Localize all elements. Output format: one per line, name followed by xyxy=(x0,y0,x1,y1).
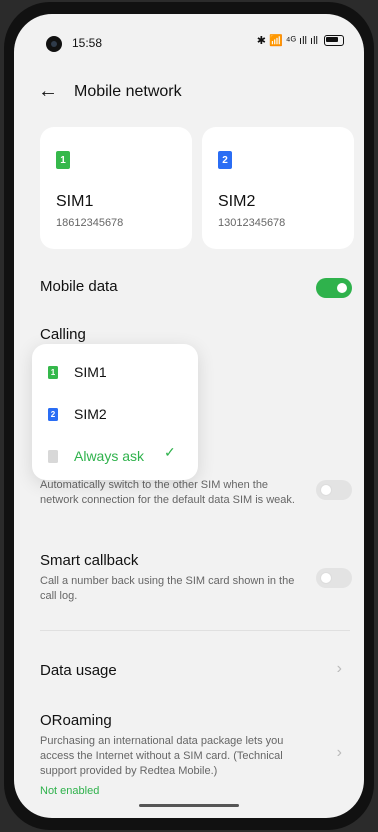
sim1-icon: 1 xyxy=(56,151,70,169)
dropdown-item-always-ask[interactable]: Always ask xyxy=(48,448,144,464)
data-usage-label[interactable]: Data usage xyxy=(40,662,117,679)
dropdown-item-sim1[interactable]: 1 SIM1 xyxy=(48,364,107,380)
sim2-icon: 2 xyxy=(218,151,232,169)
check-icon: ✓ xyxy=(164,444,176,460)
smart-callback-label: Smart callback xyxy=(40,552,139,569)
dropdown-item-sim2[interactable]: 2 SIM2 xyxy=(48,406,107,422)
calling-sim-dropdown: 1 SIM1 2 SIM2 Always ask ✓ xyxy=(32,344,198,480)
screen: 15:58 ✱ 📶 ⁴ᴳ ıll ıll ← Mobile network 1 … xyxy=(14,14,364,818)
chevron-right-icon: › xyxy=(336,744,342,761)
divider xyxy=(40,630,350,631)
status-time: 15:58 xyxy=(72,36,103,50)
auto-switch-description: Automatically switch to the other SIM wh… xyxy=(40,479,295,506)
sim2-icon: 2 xyxy=(48,407,58,421)
status-signal-icons: ✱ 📶 ⁴ᴳ ıll ıll xyxy=(256,35,318,47)
front-camera xyxy=(46,36,62,52)
smart-callback-description: Call a number back using the SIM card sh… xyxy=(40,575,295,602)
smart-callback-toggle[interactable] xyxy=(316,568,352,588)
chevron-right-icon: › xyxy=(336,660,342,677)
sim2-name: SIM2 xyxy=(218,193,256,210)
dropdown-item-label: SIM2 xyxy=(74,406,107,422)
mobile-data-toggle[interactable] xyxy=(316,278,352,298)
back-arrow-icon[interactable]: ← xyxy=(38,80,58,103)
calling-label: Calling xyxy=(40,326,86,343)
page-title: Mobile network xyxy=(74,82,182,100)
phone-frame: 15:58 ✱ 📶 ⁴ᴳ ıll ıll ← Mobile network 1 … xyxy=(4,2,374,830)
sim2-number: 13012345678 xyxy=(218,217,286,229)
status-bar: 15:58 ✱ 📶 ⁴ᴳ ıll ıll xyxy=(14,14,364,58)
sim-card-1[interactable]: 1 SIM1 18612345678 xyxy=(40,127,192,249)
sim1-number: 18612345678 xyxy=(56,217,124,229)
toggle-knob xyxy=(321,573,331,583)
toggle-knob xyxy=(321,485,331,495)
status-icons: ✱ 📶 ⁴ᴳ ıll ıll xyxy=(257,34,344,47)
auto-switch-toggle[interactable] xyxy=(316,480,352,500)
sim-card-2[interactable]: 2 SIM2 13012345678 xyxy=(202,127,354,249)
sim-ask-icon xyxy=(48,449,58,463)
battery-icon xyxy=(324,35,344,46)
home-indicator[interactable] xyxy=(139,804,239,807)
oroaming-status: Not enabled xyxy=(40,785,100,797)
dropdown-item-label: SIM1 xyxy=(74,364,107,380)
dropdown-item-label: Always ask xyxy=(74,448,145,464)
sim1-name: SIM1 xyxy=(56,193,94,210)
toggle-knob xyxy=(337,283,347,293)
mobile-data-label: Mobile data xyxy=(40,278,118,295)
oroaming-description: Purchasing an international data package… xyxy=(40,735,284,777)
oroaming-label[interactable]: ORoaming xyxy=(40,712,112,729)
sim1-icon: 1 xyxy=(48,365,58,379)
header: ← Mobile network xyxy=(38,80,182,103)
